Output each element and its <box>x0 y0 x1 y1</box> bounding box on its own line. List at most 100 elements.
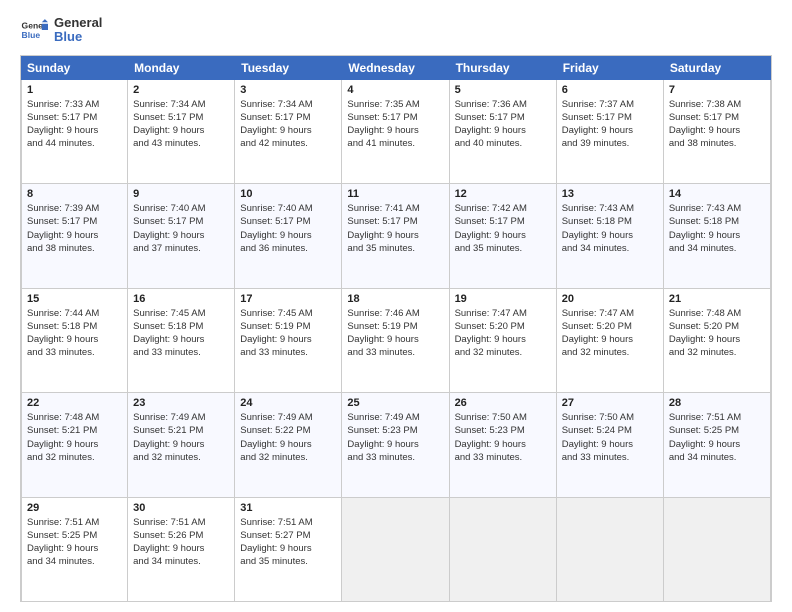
day-info: Sunrise: 7:49 AM Sunset: 5:23 PM Dayligh… <box>347 411 443 464</box>
calendar-week: 15 Sunrise: 7:44 AM Sunset: 5:18 PM Dayli… <box>21 289 771 393</box>
calendar-cell: 20 Sunrise: 7:47 AM Sunset: 5:20 PM Dayli… <box>557 289 664 392</box>
day-number: 30 <box>133 502 229 514</box>
day-number: 4 <box>347 84 443 96</box>
calendar-cell: 8 Sunrise: 7:39 AM Sunset: 5:17 PM Daylig… <box>21 184 128 287</box>
calendar-cell: 13 Sunrise: 7:43 AM Sunset: 5:18 PM Dayli… <box>557 184 664 287</box>
day-number: 22 <box>27 397 122 409</box>
calendar-cell: 3 Sunrise: 7:34 AM Sunset: 5:17 PM Daylig… <box>235 80 342 183</box>
day-number: 29 <box>27 502 122 514</box>
day-info: Sunrise: 7:33 AM Sunset: 5:17 PM Dayligh… <box>27 98 122 151</box>
day-number: 9 <box>133 188 229 200</box>
day-number: 11 <box>347 188 443 200</box>
day-number: 3 <box>240 84 336 96</box>
day-info: Sunrise: 7:37 AM Sunset: 5:17 PM Dayligh… <box>562 98 658 151</box>
cal-header-day: Wednesday <box>342 56 449 80</box>
day-number: 13 <box>562 188 658 200</box>
day-number: 25 <box>347 397 443 409</box>
header: General Blue General Blue <box>20 16 772 45</box>
calendar-cell: 7 Sunrise: 7:38 AM Sunset: 5:17 PM Daylig… <box>664 80 771 183</box>
day-number: 17 <box>240 293 336 305</box>
day-info: Sunrise: 7:44 AM Sunset: 5:18 PM Dayligh… <box>27 307 122 360</box>
calendar-cell: 31Sunrise: 7:51 AM Sunset: 5:27 PM Dayli… <box>235 498 342 601</box>
calendar-cell <box>450 498 557 601</box>
day-number: 5 <box>455 84 551 96</box>
calendar-cell: 11Sunrise: 7:41 AM Sunset: 5:17 PM Dayli… <box>342 184 449 287</box>
day-info: Sunrise: 7:39 AM Sunset: 5:17 PM Dayligh… <box>27 202 122 255</box>
day-info: Sunrise: 7:49 AM Sunset: 5:21 PM Dayligh… <box>133 411 229 464</box>
day-number: 19 <box>455 293 551 305</box>
day-info: Sunrise: 7:45 AM Sunset: 5:18 PM Dayligh… <box>133 307 229 360</box>
logo-general: General <box>54 16 102 30</box>
calendar-cell: 10Sunrise: 7:40 AM Sunset: 5:17 PM Dayli… <box>235 184 342 287</box>
cal-header-day: Monday <box>128 56 235 80</box>
day-number: 6 <box>562 84 658 96</box>
day-info: Sunrise: 7:43 AM Sunset: 5:18 PM Dayligh… <box>562 202 658 255</box>
day-number: 16 <box>133 293 229 305</box>
day-info: Sunrise: 7:48 AM Sunset: 5:21 PM Dayligh… <box>27 411 122 464</box>
day-info: Sunrise: 7:47 AM Sunset: 5:20 PM Dayligh… <box>455 307 551 360</box>
day-number: 20 <box>562 293 658 305</box>
day-info: Sunrise: 7:40 AM Sunset: 5:17 PM Dayligh… <box>133 202 229 255</box>
calendar-cell: 30Sunrise: 7:51 AM Sunset: 5:26 PM Dayli… <box>128 498 235 601</box>
day-info: Sunrise: 7:49 AM Sunset: 5:22 PM Dayligh… <box>240 411 336 464</box>
calendar-cell: 21Sunrise: 7:48 AM Sunset: 5:20 PM Dayli… <box>664 289 771 392</box>
day-info: Sunrise: 7:36 AM Sunset: 5:17 PM Dayligh… <box>455 98 551 151</box>
day-number: 27 <box>562 397 658 409</box>
cal-header-day: Tuesday <box>235 56 342 80</box>
calendar-cell: 17Sunrise: 7:45 AM Sunset: 5:19 PM Dayli… <box>235 289 342 392</box>
calendar-cell: 19 Sunrise: 7:47 AM Sunset: 5:20 PM Dayli… <box>450 289 557 392</box>
calendar-cell: 16 Sunrise: 7:45 AM Sunset: 5:18 PM Dayli… <box>128 289 235 392</box>
cal-header-day: Friday <box>557 56 664 80</box>
calendar-cell: 1 Sunrise: 7:33 AM Sunset: 5:17 PM Daylig… <box>21 80 128 183</box>
day-number: 24 <box>240 397 336 409</box>
day-info: Sunrise: 7:42 AM Sunset: 5:17 PM Dayligh… <box>455 202 551 255</box>
calendar-cell: 25 Sunrise: 7:49 AM Sunset: 5:23 PM Dayli… <box>342 393 449 496</box>
day-number: 1 <box>27 84 122 96</box>
calendar-cell <box>664 498 771 601</box>
calendar-cell: 29Sunrise: 7:51 AM Sunset: 5:25 PM Dayli… <box>21 498 128 601</box>
calendar-week: 22 Sunrise: 7:48 AM Sunset: 5:21 PM Dayli… <box>21 393 771 497</box>
day-number: 26 <box>455 397 551 409</box>
calendar-cell: 5 Sunrise: 7:36 AM Sunset: 5:17 PM Daylig… <box>450 80 557 183</box>
calendar-cell: 24 Sunrise: 7:49 AM Sunset: 5:22 PM Dayli… <box>235 393 342 496</box>
calendar-cell: 2Sunrise: 7:34 AM Sunset: 5:17 PM Daylig… <box>128 80 235 183</box>
day-number: 23 <box>133 397 229 409</box>
logo-icon: General Blue <box>20 16 48 44</box>
day-number: 12 <box>455 188 551 200</box>
calendar-cell <box>342 498 449 601</box>
svg-text:Blue: Blue <box>22 30 41 40</box>
day-info: Sunrise: 7:51 AM Sunset: 5:25 PM Dayligh… <box>669 411 765 464</box>
day-info: Sunrise: 7:48 AM Sunset: 5:20 PM Dayligh… <box>669 307 765 360</box>
calendar-cell: 22 Sunrise: 7:48 AM Sunset: 5:21 PM Dayli… <box>21 393 128 496</box>
day-info: Sunrise: 7:47 AM Sunset: 5:20 PM Dayligh… <box>562 307 658 360</box>
calendar-week: 1 Sunrise: 7:33 AM Sunset: 5:17 PM Daylig… <box>21 80 771 184</box>
calendar: SundayMondayTuesdayWednesdayThursdayFrid… <box>20 55 772 602</box>
day-info: Sunrise: 7:35 AM Sunset: 5:17 PM Dayligh… <box>347 98 443 151</box>
calendar-cell: 6 Sunrise: 7:37 AM Sunset: 5:17 PM Daylig… <box>557 80 664 183</box>
day-number: 28 <box>669 397 765 409</box>
calendar-cell: 12 Sunrise: 7:42 AM Sunset: 5:17 PM Dayli… <box>450 184 557 287</box>
day-number: 15 <box>27 293 122 305</box>
day-info: Sunrise: 7:34 AM Sunset: 5:17 PM Dayligh… <box>240 98 336 151</box>
calendar-cell: 4 Sunrise: 7:35 AM Sunset: 5:17 PM Daylig… <box>342 80 449 183</box>
day-number: 10 <box>240 188 336 200</box>
calendar-cell: 27 Sunrise: 7:50 AM Sunset: 5:24 PM Dayli… <box>557 393 664 496</box>
calendar-cell: 18Sunrise: 7:46 AM Sunset: 5:19 PM Dayli… <box>342 289 449 392</box>
day-info: Sunrise: 7:50 AM Sunset: 5:24 PM Dayligh… <box>562 411 658 464</box>
calendar-cell: 28 Sunrise: 7:51 AM Sunset: 5:25 PM Dayli… <box>664 393 771 496</box>
cal-header-day: Thursday <box>450 56 557 80</box>
day-info: Sunrise: 7:38 AM Sunset: 5:17 PM Dayligh… <box>669 98 765 151</box>
day-number: 18 <box>347 293 443 305</box>
calendar-cell: 15 Sunrise: 7:44 AM Sunset: 5:18 PM Dayli… <box>21 289 128 392</box>
day-info: Sunrise: 7:50 AM Sunset: 5:23 PM Dayligh… <box>455 411 551 464</box>
calendar-body: 1 Sunrise: 7:33 AM Sunset: 5:17 PM Daylig… <box>21 80 771 601</box>
day-number: 14 <box>669 188 765 200</box>
day-number: 7 <box>669 84 765 96</box>
day-number: 8 <box>27 188 122 200</box>
calendar-cell <box>557 498 664 601</box>
calendar-cell: 23 Sunrise: 7:49 AM Sunset: 5:21 PM Dayli… <box>128 393 235 496</box>
day-info: Sunrise: 7:34 AM Sunset: 5:17 PM Dayligh… <box>133 98 229 151</box>
day-number: 31 <box>240 502 336 514</box>
logo: General Blue General Blue <box>20 16 102 45</box>
calendar-cell: 26 Sunrise: 7:50 AM Sunset: 5:23 PM Dayli… <box>450 393 557 496</box>
